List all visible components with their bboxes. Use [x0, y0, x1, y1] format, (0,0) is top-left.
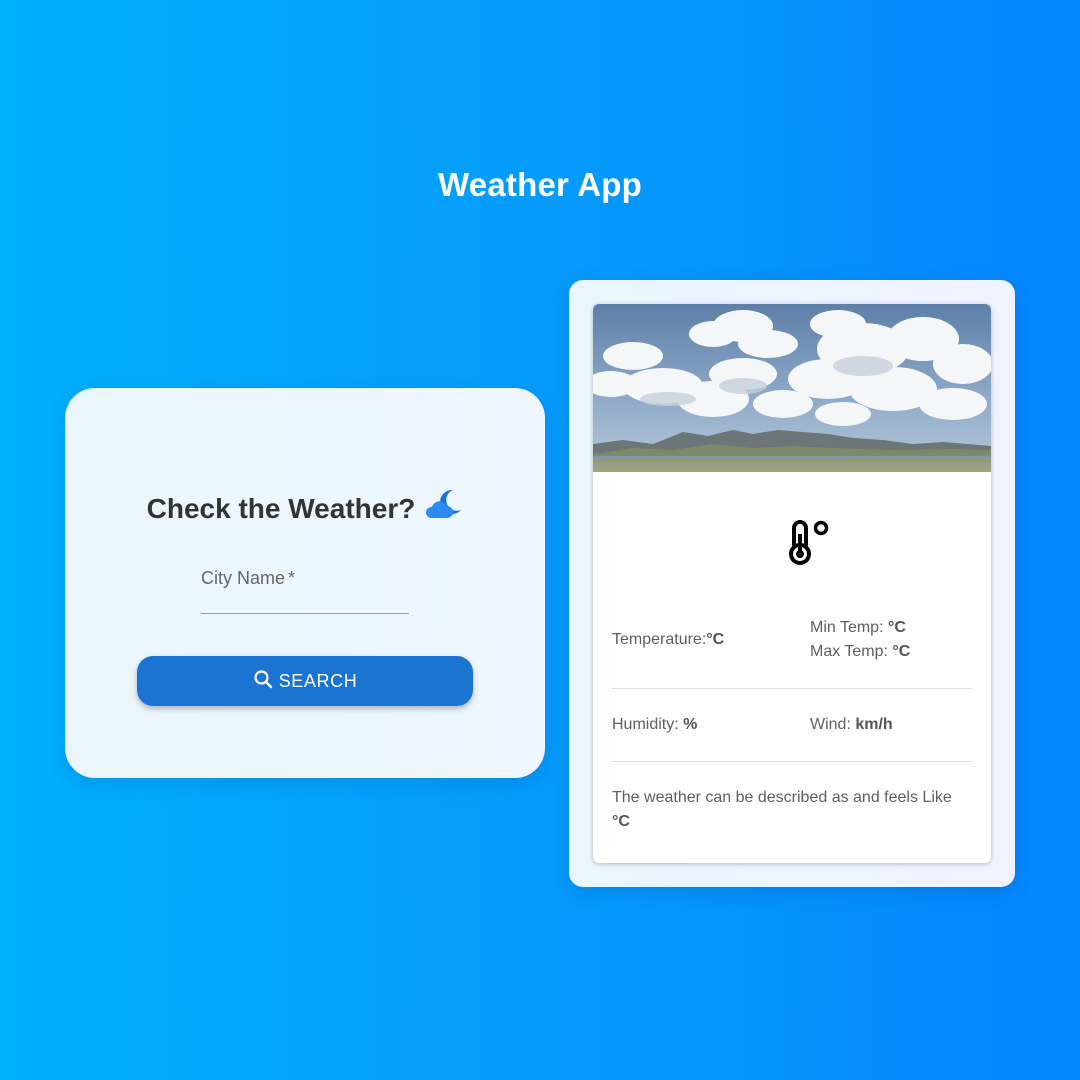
weather-description-text: The weather can be described as and feel… [612, 789, 952, 806]
min-temp-text: Min Temp: °C [810, 616, 906, 640]
weather-info-panel: Temperature:°C Min Temp: °C Max Temp: °C… [569, 280, 1015, 887]
wind-unit: km/h [855, 716, 893, 733]
max-temp-text: Max Temp: °C [810, 640, 910, 664]
app-title: Weather App [438, 166, 642, 203]
temperature-unit: °C [706, 631, 725, 648]
temperature-label: Temperature: [612, 631, 707, 648]
wind-label: Wind: [810, 716, 856, 733]
search-button-label: SEARCH [278, 670, 358, 691]
max-temp-label: Max Temp: [810, 643, 893, 660]
min-temp-unit: °C [887, 619, 906, 636]
humidity-text: Humidity: % [612, 713, 697, 737]
humidity-unit: % [683, 716, 698, 733]
divider [612, 688, 972, 689]
city-name-input[interactable] [201, 568, 409, 613]
weather-image [593, 304, 991, 472]
search-button[interactable]: SEARCH [137, 656, 473, 706]
wind-text: Wind: km/h [810, 713, 893, 737]
min-temp-label: Min Temp: [810, 619, 888, 636]
feels-like-unit: °C [612, 813, 630, 830]
search-card: Check the Weather? City Name * SEARCH [65, 388, 545, 778]
max-temp-unit: °C [892, 643, 911, 660]
thermometer-icon [789, 520, 829, 565]
search-icon [253, 669, 273, 694]
cloud-moon-icon [423, 488, 463, 529]
divider [612, 761, 972, 762]
humidity-label: Humidity: [612, 716, 684, 733]
weather-info-card: Temperature:°C Min Temp: °C Max Temp: °C… [593, 304, 991, 863]
weather-description: The weather can be described as and feel… [612, 786, 957, 834]
temperature-text: Temperature:°C [612, 628, 724, 652]
search-heading-text: Check the Weather? [146, 492, 416, 524]
city-name-field[interactable]: City Name * [201, 568, 409, 614]
search-heading: Check the Weather? [65, 488, 545, 529]
